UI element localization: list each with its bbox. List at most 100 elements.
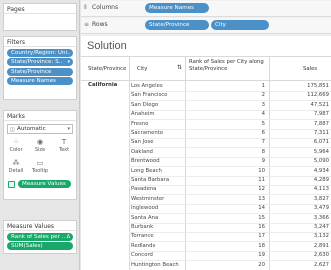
- pages-card: Pages: [3, 3, 77, 31]
- detail-label: Detail: [8, 168, 24, 174]
- city-cell: Santa Barbara: [131, 177, 170, 183]
- columns-label: Columns: [92, 4, 119, 11]
- header-bottom-rule: [81, 80, 331, 81]
- rank-cell: 12: [258, 186, 265, 193]
- sheet-title: Solution: [87, 40, 127, 52]
- chevron-down-icon: ▾: [67, 126, 70, 132]
- rank-cell: 13: [258, 195, 265, 202]
- text-icon: T: [61, 138, 67, 146]
- filter-pill-state-filter[interactable]: State/Province: S.. ▾: [7, 58, 73, 66]
- tooltip-button[interactable]: ▭ Tooltip: [29, 159, 51, 179]
- detail-button[interactable]: ⁂ Detail: [5, 159, 27, 179]
- table-row[interactable]: Huntington Beach 20 2,627: [81, 261, 331, 270]
- table-row[interactable]: Pasadena 12 4,113: [81, 185, 331, 194]
- mark-type-dropdown[interactable]: ◫ Automatic ▾: [7, 124, 73, 134]
- city-cell: San Jose: [131, 139, 154, 146]
- detail-icon: ⁂: [12, 159, 20, 167]
- rows-pill-city[interactable]: City: [211, 20, 269, 30]
- rank-cell: 2: [261, 92, 265, 99]
- table-row[interactable]: Westminster 13 3,827: [81, 195, 331, 204]
- header-sales[interactable]: Sales: [303, 66, 317, 73]
- color-button[interactable]: ⁘ Color: [5, 138, 27, 158]
- marks-measure-values-pill[interactable]: Measure Values: [18, 180, 71, 188]
- table-row[interactable]: Santa Ana 15 3,366: [81, 214, 331, 223]
- sales-cell: 5,090: [313, 158, 329, 165]
- measure-pill-rank-label: Rank of Sales per ..: [11, 233, 66, 240]
- sales-cell: 7,887: [313, 120, 329, 127]
- city-cell: Concord: [131, 252, 153, 259]
- measure-pill-rank[interactable]: Rank of Sales per .. Δ: [7, 232, 73, 241]
- sales-cell: 3,827: [313, 195, 329, 202]
- city-cell: San Francisco: [131, 92, 168, 99]
- rows-shelf[interactable]: ≡ Rows State/Province City: [81, 18, 331, 34]
- header-rank[interactable]: Rank of Sales per City along State/Provi…: [189, 59, 267, 72]
- mark-type-label: Automatic: [17, 126, 46, 132]
- shelves: ⦀ Columns Measure Names ≡ Rows State/Pro…: [81, 0, 331, 36]
- city-cell: Sacramento: [131, 130, 164, 136]
- city-cell: Redlands: [131, 242, 156, 249]
- table-row[interactable]: Fresno 5 7,887: [81, 120, 331, 129]
- sales-cell: 3,479: [313, 205, 329, 212]
- table-row[interactable]: San Jose 7 6,071: [81, 138, 331, 147]
- measure-pill-sum-sales[interactable]: SUM(Sales): [7, 242, 73, 250]
- sales-cell: 112,669: [307, 92, 329, 99]
- marks-buttons: ⁘ Color ◉ Size T Text ⁂ Detail ▭ Tooltip: [4, 136, 76, 180]
- table-row[interactable]: San Diego 3 47,521: [81, 101, 331, 110]
- color-icon: ⁘: [13, 138, 19, 146]
- filter-pill-measure-names[interactable]: Measure Names: [7, 77, 73, 85]
- filter-pill-state-filter-label: State/Province: S..: [11, 59, 63, 65]
- header-state[interactable]: State/Province: [88, 66, 126, 73]
- columns-pill-measure-names[interactable]: Measure Names: [145, 3, 209, 13]
- table-row[interactable]: Oakland 8 5,964: [81, 148, 331, 157]
- city-cell: Anaheim: [131, 111, 155, 118]
- table-row[interactable]: Long Beach 10 4,934: [81, 167, 331, 176]
- filter-pill-country[interactable]: Country/Region: Uni..: [7, 48, 73, 57]
- city-cell: Inglewood: [131, 205, 159, 212]
- table-row[interactable]: Brentwood 9 5,090: [81, 157, 331, 166]
- table-row[interactable]: Redlands 18 2,891: [81, 242, 331, 251]
- sales-cell: 5,964: [313, 148, 329, 155]
- table-row[interactable]: Inglewood 14 3,479: [81, 204, 331, 213]
- size-button[interactable]: ◉ Size: [29, 138, 51, 158]
- sales-cell: 175,851: [307, 83, 329, 89]
- table-row[interactable]: Sacramento 6 7,311: [81, 129, 331, 138]
- table-row[interactable]: Burbank 16 3,247: [81, 223, 331, 232]
- table-row[interactable]: Los Angeles 1 175,851: [81, 82, 331, 91]
- rows-label: Rows: [92, 21, 108, 28]
- columns-shelf[interactable]: ⦀ Columns Measure Names: [81, 1, 331, 17]
- city-cell: Pasadena: [131, 186, 157, 193]
- rank-cell: 6: [261, 130, 265, 136]
- table-row[interactable]: Anaheim 4 7,987: [81, 110, 331, 119]
- city-cell: San Diego: [131, 101, 159, 108]
- rank-cell: 15: [258, 214, 265, 221]
- rank-cell: 4: [261, 111, 265, 118]
- text-button[interactable]: T Text: [53, 138, 75, 158]
- city-cell: Oakland: [131, 148, 153, 155]
- sales-cell: 4,113: [313, 186, 329, 193]
- measure-values-card: Measure Values Rank of Sales per .. Δ SU…: [3, 220, 77, 254]
- rank-cell: 18: [258, 242, 265, 249]
- city-cell: Burbank: [131, 224, 154, 230]
- sales-cell: 7,987: [313, 111, 329, 118]
- text-mark-icon: [8, 181, 15, 188]
- rank-cell: 9: [261, 158, 265, 165]
- rank-cell: 8: [261, 148, 265, 155]
- rank-cell: 19: [258, 252, 265, 259]
- filter-pill-state[interactable]: State/Province: [7, 67, 73, 76]
- sort-icon[interactable]: ⇅: [177, 64, 182, 72]
- header-city[interactable]: City: [137, 66, 147, 73]
- delta-icon: Δ: [66, 233, 70, 240]
- text-label: Text: [58, 147, 70, 153]
- filter-dropdown-icon: ▾: [67, 59, 70, 65]
- table-row[interactable]: San Francisco 2 112,669: [81, 91, 331, 100]
- city-cell: Los Angeles: [131, 83, 163, 89]
- rank-cell: 3: [261, 101, 265, 108]
- table-row[interactable]: Concord 19 2,630: [81, 251, 331, 260]
- rows-pill-state[interactable]: State/Province: [145, 20, 209, 30]
- rank-cell: 1: [261, 83, 265, 89]
- sales-cell: 3,132: [313, 233, 329, 240]
- side-panel: Pages Filters Country/Region: Uni.. Stat…: [0, 0, 80, 270]
- sales-cell: 2,627: [313, 261, 329, 268]
- table-row[interactable]: Torrance 17 3,132: [81, 232, 331, 241]
- table-row[interactable]: Santa Barbara 11 4,289: [81, 176, 331, 185]
